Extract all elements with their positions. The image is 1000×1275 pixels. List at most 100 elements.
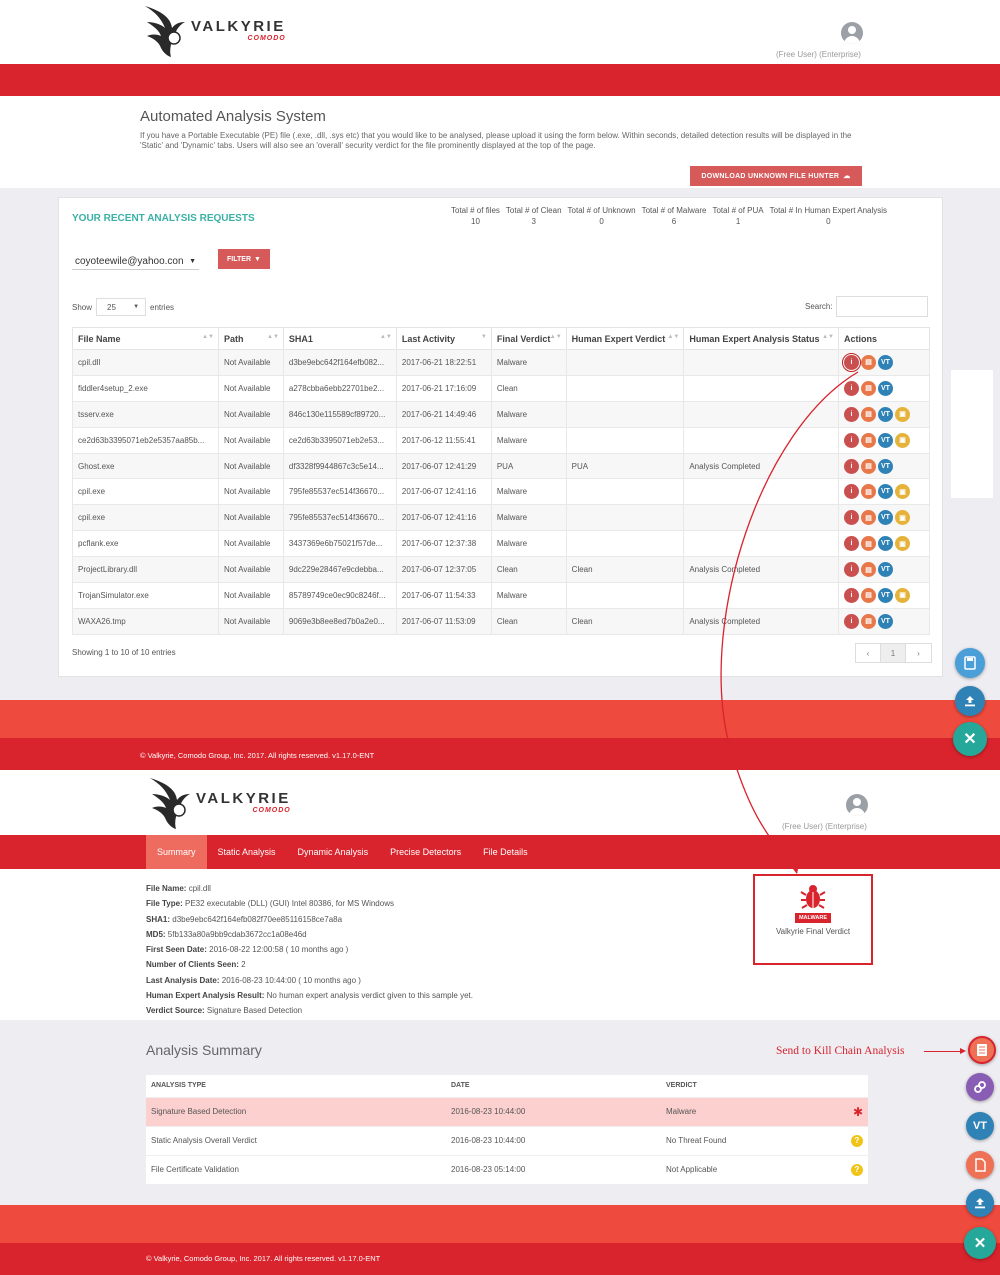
prev-page-button[interactable]: ‹ <box>856 644 881 662</box>
table-row[interactable]: ce2d63b3395071eb2e5357aa85b... Not Availa… <box>72 426 930 454</box>
info-icon[interactable]: i <box>844 406 859 422</box>
virustotal-icon[interactable]: VT <box>878 613 893 629</box>
info-icon[interactable]: i <box>844 536 859 552</box>
virustotal-icon[interactable]: VT <box>878 380 893 396</box>
info-icon[interactable]: i <box>844 380 859 396</box>
filter-button[interactable]: FILTER ▼ <box>218 249 270 269</box>
pdf-icon[interactable]: ▤ <box>861 536 876 552</box>
pdf-icon[interactable]: ▤ <box>861 613 876 629</box>
column-header[interactable]: Human Expert Verdict ▲▼ <box>565 327 685 350</box>
column-header[interactable]: Final Verdict ▲▼ <box>490 327 567 350</box>
summary-date: 2016-08-23 10:44:00 <box>446 1125 661 1155</box>
entries-select[interactable]: 25 ▼ <box>96 298 147 316</box>
tab-dynamic-analysis[interactable]: Dynamic Analysis <box>287 835 380 869</box>
pdf-icon[interactable]: ▤ <box>861 562 876 578</box>
column-header[interactable]: Last Activity ▼ <box>395 327 492 350</box>
tab-static-analysis[interactable]: Static Analysis <box>207 835 287 869</box>
link-fab-icon[interactable] <box>966 1073 994 1101</box>
detail-row: File Type: PE32 executable (DLL) (GUI) I… <box>146 896 473 911</box>
virustotal-icon[interactable]: VT <box>878 354 893 370</box>
tab-precise-detectors[interactable]: Precise Detectors <box>379 835 472 869</box>
summary-type: Signature Based Detection <box>146 1096 446 1126</box>
total-value: 1 <box>735 217 741 226</box>
table-row[interactable]: Ghost.exe Not Available df3328f9944867c3c5… <box>72 452 930 480</box>
column-header[interactable]: Actions <box>838 327 930 350</box>
pdf-icon[interactable]: ▤ <box>861 484 876 500</box>
info-icon[interactable]: i <box>842 352 861 372</box>
cell-file: ce2d63b3395071eb2e5357aa85b... <box>72 426 219 454</box>
pdf-icon[interactable]: ▤ <box>861 432 876 448</box>
email-select[interactable]: coyoteewile@yahoo.con ▼ <box>72 253 199 270</box>
pdf-icon[interactable]: ▤ <box>861 458 876 474</box>
virustotal-icon[interactable]: VT <box>878 510 893 526</box>
user-avatar-icon[interactable] <box>841 22 863 44</box>
page-1-button[interactable]: 1 <box>881 644 906 662</box>
kill-chain-icon[interactable]: ▣ <box>895 536 910 552</box>
user-role: (Free User) (Enterprise) <box>782 822 867 831</box>
virustotal-icon[interactable]: VT <box>878 536 893 552</box>
upload-fab-icon[interactable] <box>955 686 985 716</box>
save-fab-icon[interactable] <box>955 648 985 678</box>
cell-hev <box>565 478 685 506</box>
info-icon[interactable]: i <box>844 562 859 578</box>
close-fab-icon[interactable]: ✕ <box>964 1227 996 1259</box>
column-header[interactable]: Path ▲▼ <box>217 327 284 350</box>
kill-chain-icon[interactable]: ▣ <box>895 432 910 448</box>
table-row[interactable]: WAXA26.tmp Not Available 9069e3b8ee8ed7b0a… <box>72 607 930 635</box>
kill-chain-icon[interactable]: ▣ <box>895 587 910 603</box>
info-icon[interactable]: i <box>844 484 859 500</box>
virustotal-icon[interactable]: VT <box>878 432 893 448</box>
pdf-icon[interactable]: ▤ <box>861 354 876 370</box>
cell-hev <box>565 349 685 376</box>
table-row[interactable]: fiddler4setup_2.exe Not Available a278cbba… <box>72 374 930 402</box>
info-icon[interactable]: i <box>844 458 859 474</box>
column-header[interactable]: File Name ▲▼ <box>72 327 219 350</box>
table-row[interactable]: cpil.exe Not Available 795fe85537ec514f366… <box>72 478 930 506</box>
pdf-icon[interactable]: ▤ <box>861 380 876 396</box>
user-avatar-icon[interactable] <box>846 794 868 816</box>
info-icon[interactable]: i <box>844 432 859 448</box>
virustotal-icon[interactable]: VT <box>878 587 893 603</box>
valkyrie-logo-bottom[interactable]: VALKYRIE COMODO <box>146 774 291 830</box>
kill-chain-fab-icon[interactable] <box>968 1036 996 1064</box>
pdf-fab-icon[interactable] <box>966 1151 994 1179</box>
search-input[interactable] <box>835 296 928 317</box>
table-row[interactable]: ProjectLibrary.dll Not Available 9dc229e28… <box>72 556 930 584</box>
cell-hev <box>565 426 685 454</box>
kill-chain-icon[interactable]: ▣ <box>895 406 910 422</box>
kill-chain-icon[interactable]: ▣ <box>895 484 910 500</box>
info-icon[interactable]: i <box>844 613 859 629</box>
valkyrie-logo[interactable]: VALKYRIE COMODO <box>141 2 286 58</box>
cell-file: pcflank.exe <box>72 530 219 558</box>
column-header[interactable]: SHA1 ▲▼ <box>282 327 397 350</box>
virustotal-fab-icon[interactable]: VT <box>966 1112 994 1140</box>
cell-sha1: 795fe85537ec514f36670... <box>282 478 397 506</box>
close-fab-icon[interactable]: ✕ <box>953 722 987 756</box>
upload-fab-icon[interactable] <box>966 1189 994 1217</box>
table-row[interactable]: TrojanSimulator.exe Not Available 85789749… <box>72 582 930 609</box>
pdf-icon[interactable]: ▤ <box>861 510 876 526</box>
table-row[interactable]: pcflank.exe Not Available 3437369e6b75021f… <box>72 530 930 558</box>
tab-file-details[interactable]: File Details <box>472 835 539 869</box>
column-header[interactable]: Human Expert Analysis Status ▲▼ <box>683 327 839 350</box>
pdf-icon[interactable]: ▤ <box>861 587 876 603</box>
virustotal-icon[interactable]: VT <box>878 458 893 474</box>
info-icon[interactable]: i <box>844 587 859 603</box>
table-row[interactable]: tsserv.exe Not Available 846c130e115589cf8… <box>72 400 930 428</box>
total-stat: Total # of Clean 3 <box>503 206 565 226</box>
virustotal-icon[interactable]: VT <box>878 484 893 500</box>
kill-chain-icon[interactable]: ▣ <box>895 510 910 526</box>
virustotal-icon[interactable]: VT <box>878 562 893 578</box>
cell-verdict: Malware <box>490 478 567 506</box>
next-page-button[interactable]: › <box>906 644 931 662</box>
malware-badge: MALWARE <box>794 913 832 923</box>
total-value: 0 <box>826 217 831 226</box>
tab-summary[interactable]: Summary <box>146 835 207 869</box>
virustotal-icon[interactable]: VT <box>878 406 893 422</box>
table-row[interactable]: cpil.dll Not Available d3be9ebc642f164efb0… <box>72 349 930 376</box>
info-icon[interactable]: i <box>844 510 859 526</box>
table-row[interactable]: cpil.exe Not Available 795fe85537ec514f366… <box>72 504 930 532</box>
download-file-hunter-button[interactable]: DOWNLOAD UNKNOWN FILE HUNTER ☁ <box>690 166 862 186</box>
pdf-icon[interactable]: ▤ <box>861 406 876 422</box>
summary-row: Signature Based Detection 2016-08-23 10:4… <box>146 1096 868 1126</box>
